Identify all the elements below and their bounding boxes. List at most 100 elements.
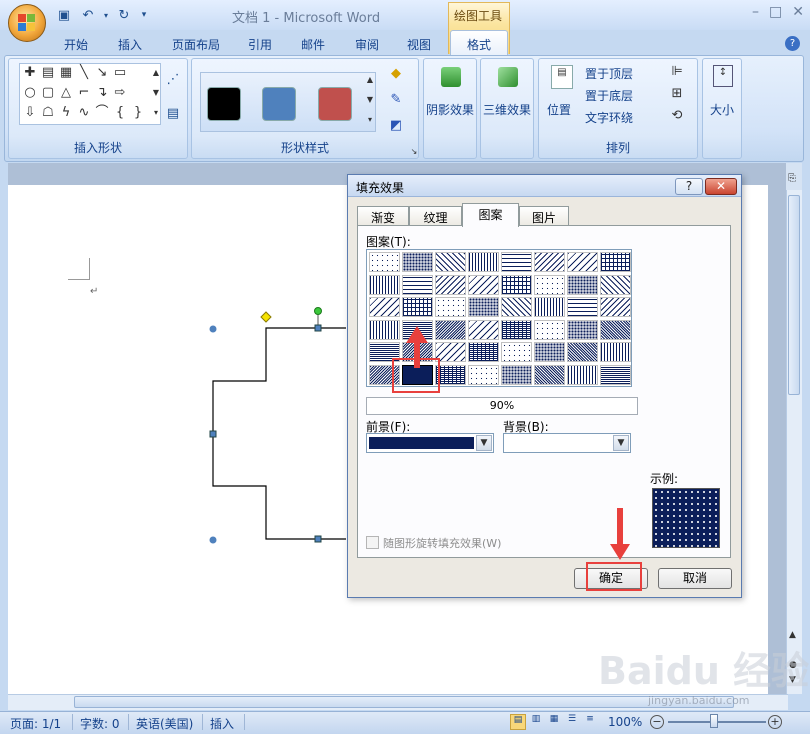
wave-shape-icon[interactable]: ⌒ — [94, 106, 110, 120]
callout-shape-icon[interactable]: ☖ — [40, 106, 56, 120]
pattern-swatch[interactable] — [468, 364, 499, 385]
styles-down-icon[interactable]: ▼ — [362, 93, 378, 107]
pattern-swatch[interactable] — [435, 274, 466, 295]
fill-bucket-icon[interactable]: ◆ — [388, 67, 404, 81]
textbox-shape-icon[interactable]: ▤ — [40, 66, 56, 80]
tab-insert[interactable]: 插入 — [118, 36, 142, 53]
rotate-with-shape-checkbox[interactable] — [366, 536, 379, 549]
style-swatch-black[interactable] — [207, 87, 241, 121]
pattern-swatch[interactable] — [435, 297, 466, 317]
down-arrow-shape-icon[interactable]: ⇩ — [22, 106, 38, 120]
tab-home[interactable]: 开始 — [64, 36, 88, 53]
tab-references[interactable]: 引用 — [248, 36, 272, 53]
status-language[interactable]: 英语(美国) — [136, 715, 193, 732]
pattern-swatch[interactable] — [501, 252, 532, 272]
pattern-swatch[interactable] — [501, 319, 532, 340]
pattern-swatch[interactable] — [369, 274, 400, 295]
dialog-launcher-icon[interactable]: ↘ — [406, 145, 422, 159]
pattern-swatch[interactable] — [468, 297, 499, 317]
tab-review[interactable]: 审阅 — [355, 36, 379, 53]
gallery-down-icon[interactable]: ▼ — [148, 86, 164, 100]
gallery-more-icon[interactable]: ▾ — [148, 106, 164, 120]
pattern-swatch[interactable] — [501, 342, 532, 362]
tab-format[interactable]: 格式 — [450, 30, 508, 56]
pattern-swatch[interactable] — [600, 297, 631, 317]
rotate-icon[interactable]: ⟲ — [669, 109, 685, 123]
pattern-swatch[interactable] — [534, 319, 565, 340]
styles-more-icon[interactable]: ▾ — [362, 113, 378, 127]
edit-shape-icon[interactable]: ⋰ — [165, 73, 181, 87]
zoom-in-icon[interactable]: + — [768, 715, 782, 729]
zoom-slider-thumb[interactable] — [710, 714, 718, 728]
pattern-swatch[interactable] — [534, 274, 565, 295]
pattern-swatch[interactable] — [435, 252, 466, 272]
group-3d-effects[interactable]: 三维效果 — [480, 58, 534, 159]
pattern-swatch[interactable] — [567, 274, 598, 295]
undo-dropdown-icon[interactable]: ▾ — [102, 6, 110, 24]
minimize-button[interactable]: – — [752, 4, 759, 20]
tab-view[interactable]: 视图 — [407, 36, 431, 53]
pattern-swatch[interactable] — [600, 342, 631, 362]
group-size[interactable]: ↕ 大小 — [702, 58, 742, 159]
shapes-gallery[interactable]: ✚ ▤ ▦ ╲ ↘ ▭ ○ ▢ △ ⌐ ↴ ⇨ ⇩ ☖ ϟ ∿ ⌒ { } ▲ … — [19, 63, 161, 125]
pattern-swatch[interactable] — [600, 319, 631, 340]
pattern-swatch[interactable] — [534, 364, 565, 385]
oval-shape-icon[interactable]: ○ — [22, 86, 38, 100]
dialog-tab-gradient[interactable]: 渐变 — [357, 206, 409, 226]
change-shape-icon[interactable]: ◩ — [388, 119, 404, 133]
pattern-swatch[interactable] — [567, 252, 598, 272]
print-layout-icon[interactable]: ▤ — [510, 714, 526, 730]
image-shape-icon[interactable]: ▦ — [58, 66, 74, 80]
style-swatch-red[interactable] — [318, 87, 352, 121]
elbow-connector-icon[interactable]: ⌐ — [76, 86, 92, 100]
help-icon[interactable]: ? — [785, 36, 800, 51]
pattern-swatch[interactable] — [435, 319, 466, 340]
redo-icon[interactable]: ↻ — [114, 6, 134, 24]
cancel-button[interactable]: 取消 — [658, 568, 732, 589]
vertical-scroll-thumb[interactable] — [788, 195, 800, 395]
full-screen-reading-icon[interactable]: ▥ — [528, 714, 544, 730]
pattern-swatch[interactable] — [468, 319, 499, 340]
pattern-swatch[interactable] — [369, 319, 400, 340]
pattern-swatch[interactable] — [501, 364, 532, 385]
group-shadow-effects[interactable]: 阴影效果 — [423, 58, 477, 159]
curve-shape-icon[interactable]: ∿ — [76, 106, 92, 120]
pattern-swatch[interactable] — [567, 364, 598, 385]
pattern-swatch[interactable] — [567, 342, 598, 362]
dialog-help-button[interactable]: ? — [675, 178, 703, 195]
draw-textbox-icon[interactable]: ▤ — [165, 107, 181, 121]
tab-mailings[interactable]: 邮件 — [301, 36, 325, 53]
pattern-swatch[interactable] — [468, 342, 499, 362]
customize-qat-icon[interactable]: ▾ — [138, 6, 150, 24]
gallery-up-icon[interactable]: ▲ — [148, 66, 164, 80]
pattern-swatch[interactable] — [369, 252, 400, 272]
pattern-swatch[interactable] — [501, 297, 532, 317]
status-insert-mode[interactable]: 插入 — [210, 715, 234, 732]
plus-shape-icon[interactable]: ✚ — [22, 66, 38, 80]
ruler-toggle-icon[interactable]: ⎘ — [788, 173, 796, 184]
send-to-back-button[interactable]: 置于底层 — [585, 87, 633, 104]
dialog-tab-pattern[interactable]: 图案 — [462, 203, 519, 227]
rectangle-shape-icon[interactable]: ▭ — [112, 66, 128, 80]
elbow-arrow-icon[interactable]: ↴ — [94, 86, 110, 100]
text-wrapping-button[interactable]: 文字环绕 — [585, 109, 633, 126]
draft-view-icon[interactable]: ≡ — [582, 714, 598, 730]
pattern-swatch[interactable] — [600, 274, 631, 295]
brace-right-shape-icon[interactable]: } — [130, 106, 146, 120]
office-button[interactable] — [8, 4, 46, 42]
pattern-swatch[interactable] — [402, 274, 433, 295]
web-layout-icon[interactable]: ▦ — [546, 714, 562, 730]
brace-shape-icon[interactable]: { — [112, 106, 128, 120]
status-page[interactable]: 页面: 1/1 — [10, 715, 61, 732]
pattern-swatch[interactable] — [501, 274, 532, 295]
close-button[interactable]: ✕ — [792, 4, 804, 20]
pattern-swatch[interactable] — [534, 252, 565, 272]
style-swatch-blue[interactable] — [262, 87, 296, 121]
pattern-swatch[interactable] — [468, 252, 499, 272]
styles-up-icon[interactable]: ▲ — [362, 73, 378, 87]
bring-to-front-button[interactable]: 置于顶层 — [585, 65, 633, 82]
tab-page-layout[interactable]: 页面布局 — [172, 36, 220, 53]
foreground-color-select[interactable]: ▼ — [366, 433, 494, 453]
pen-line-color-icon[interactable]: ✎ — [388, 93, 404, 107]
pattern-swatch[interactable] — [369, 297, 400, 317]
